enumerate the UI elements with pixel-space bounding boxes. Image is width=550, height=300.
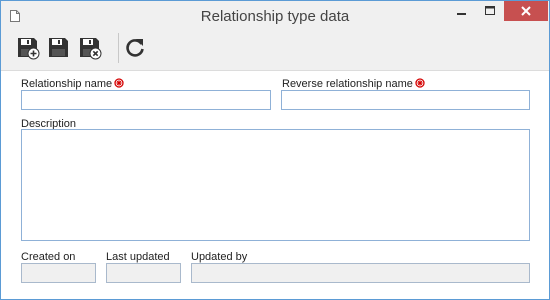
updated-by-label: Updated by	[191, 251, 248, 263]
created-on-label: Created on	[21, 251, 76, 263]
minimize-button[interactable]	[448, 1, 476, 21]
required-icon	[114, 78, 124, 88]
relationship-name-label: Relationship name	[21, 78, 124, 90]
reverse-relationship-name-label: Reverse relationship name	[282, 78, 425, 90]
form-area: Relationship name Reverse relationship n…	[1, 71, 549, 299]
relationship-name-input[interactable]	[21, 90, 271, 110]
created-on-field	[21, 263, 96, 283]
updated-by-field	[191, 263, 530, 283]
last-updated-field	[106, 263, 181, 283]
maximize-icon	[485, 6, 495, 15]
last-updated-label: Last updated	[106, 251, 170, 263]
maximize-button[interactable]	[476, 1, 504, 21]
toolbar-separator	[118, 33, 119, 63]
required-icon	[415, 78, 425, 88]
close-icon	[521, 6, 531, 16]
title-bar[interactable]: Relationship type data	[1, 1, 549, 30]
close-button[interactable]	[504, 1, 548, 21]
floppy-icon	[49, 38, 68, 57]
description-textarea[interactable]	[21, 129, 530, 241]
minimize-icon	[457, 13, 466, 15]
toolbar	[1, 30, 549, 71]
dialog-window: Relationship type data Relationship name…	[0, 0, 550, 300]
refresh-button[interactable]	[123, 36, 147, 60]
floppy-plus-icon	[18, 38, 40, 60]
reverse-relationship-name-input[interactable]	[281, 90, 530, 110]
save-button[interactable]	[47, 36, 71, 60]
save-and-new-button[interactable]	[16, 36, 40, 60]
floppy-close-icon	[80, 38, 102, 60]
save-and-exit-button[interactable]	[78, 36, 102, 60]
refresh-icon	[126, 39, 144, 57]
